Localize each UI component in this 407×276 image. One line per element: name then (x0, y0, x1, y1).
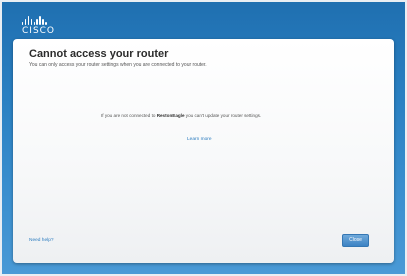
dialog-message: If you are not connected to RestonEagle … (101, 113, 301, 119)
cisco-logo: CISCO (22, 16, 55, 36)
network-name: RestonEagle (156, 113, 185, 118)
need-help-link[interactable]: Need help? (29, 238, 54, 243)
dialog-subtitle: You can only access your router settings… (29, 62, 207, 68)
message-text-before: If you are not connected to (101, 113, 157, 118)
message-text-after: you can't update your router settings. (184, 113, 262, 118)
dialog-title: Cannot access your router (29, 48, 169, 60)
cisco-logo-text: CISCO (22, 26, 56, 36)
error-dialog: Cannot access your router You can only a… (13, 39, 394, 263)
close-button[interactable]: Close (342, 234, 369, 247)
cisco-logo-bars-icon (22, 16, 55, 25)
learn-more-link[interactable]: Learn more (187, 137, 212, 142)
